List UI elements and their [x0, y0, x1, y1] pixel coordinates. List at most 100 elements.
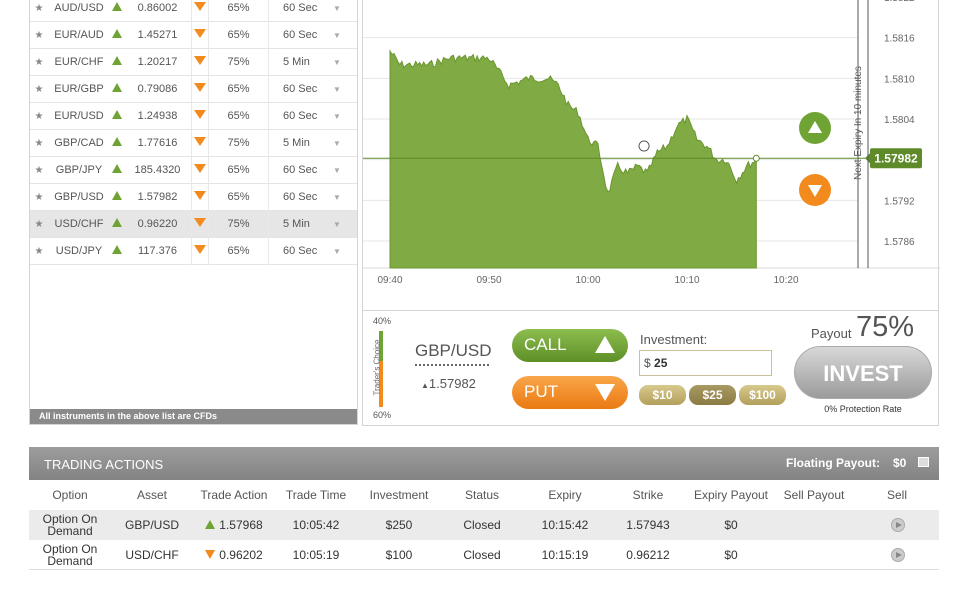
- asset-row[interactable]: ★ GBP/CAD 1.77616 75% 5 Min ▼: [30, 129, 357, 157]
- chevron-down-icon[interactable]: ▼: [329, 247, 345, 256]
- chevron-down-icon[interactable]: ▼: [329, 85, 345, 94]
- star-icon[interactable]: ★: [30, 165, 48, 176]
- invest-button[interactable]: INVEST: [794, 346, 932, 399]
- cell-option: Option On Demand: [42, 542, 98, 568]
- chevron-down-icon[interactable]: ▼: [329, 31, 345, 40]
- asset-payout: 65%: [208, 237, 269, 265]
- put-arrow-icon[interactable]: [192, 56, 208, 68]
- asset-expiry[interactable]: 60 Sec: [269, 110, 329, 122]
- put-arrow-icon[interactable]: [192, 110, 208, 122]
- arrow-down-icon: [595, 384, 615, 401]
- asset-expiry[interactable]: 60 Sec: [269, 245, 329, 257]
- asset-expiry[interactable]: 60 Sec: [269, 83, 329, 95]
- x-tick-label: 10:20: [773, 275, 798, 286]
- star-icon[interactable]: ★: [30, 192, 48, 203]
- star-icon[interactable]: ★: [30, 3, 48, 14]
- asset-name: GBP/JPY: [55, 164, 103, 176]
- star-icon[interactable]: ★: [30, 30, 48, 41]
- put-arrow-icon[interactable]: [192, 191, 208, 203]
- asset-price: 1.20217: [124, 48, 192, 76]
- x-tick-label: 10:00: [575, 275, 600, 286]
- call-button[interactable]: CALL: [512, 329, 628, 362]
- asset-row[interactable]: ★ EUR/AUD 1.45271 65% 60 Sec ▼: [30, 21, 357, 49]
- put-button[interactable]: PUT: [512, 376, 628, 409]
- trading-actions-header: TRADING ACTIONS Floating Payout: $0: [29, 447, 939, 480]
- chart-canvas: 1.58221.58161.58101.58041.57981.57921.57…: [363, 0, 940, 286]
- cell-option: Option On Demand: [42, 512, 98, 538]
- call-arrow-icon[interactable]: [110, 218, 124, 230]
- amount-100-button[interactable]: $100: [739, 385, 786, 405]
- traders-choice-label: Trader's Choice: [372, 339, 382, 396]
- chevron-down-icon[interactable]: ▼: [329, 139, 345, 148]
- chevron-down-icon[interactable]: ▼: [329, 58, 345, 67]
- asset-row[interactable]: ★ USD/CHF 0.96220 75% 5 Min ▼: [30, 210, 357, 238]
- trade-time-value: 10:05:42: [292, 518, 340, 532]
- asset-value: GBP/USD: [124, 518, 179, 532]
- price-chart[interactable]: 1.58221.58161.58101.58041.57981.57921.57…: [362, 0, 940, 311]
- call-arrow-icon[interactable]: [110, 83, 124, 95]
- star-icon[interactable]: ★: [30, 219, 48, 230]
- call-arrow-icon[interactable]: [110, 29, 124, 41]
- star-icon[interactable]: ★: [30, 57, 48, 68]
- selected-pair[interactable]: GBP/USD: [415, 341, 492, 366]
- sell-play-icon[interactable]: [891, 518, 905, 532]
- asset-row[interactable]: ★ EUR/CHF 1.20217 75% 5 Min ▼: [30, 48, 357, 76]
- asset-expiry[interactable]: 60 Sec: [269, 191, 329, 203]
- call-arrow-icon[interactable]: [110, 137, 124, 149]
- asset-expiry[interactable]: 5 Min: [269, 56, 329, 68]
- call-arrow-icon[interactable]: [110, 110, 124, 122]
- asset-price: 0.79086: [124, 75, 192, 103]
- put-arrow-icon[interactable]: [192, 83, 208, 95]
- star-icon[interactable]: ★: [30, 84, 48, 95]
- asset-list-panel: ★ AUD/USD 0.86002 65% 60 Sec ▼ ★ EUR/AUD 1.45271…: [29, 0, 358, 425]
- chevron-down-icon[interactable]: ▼: [329, 220, 345, 229]
- amount-10-button[interactable]: $10: [639, 385, 686, 405]
- asset-payout: 65%: [208, 75, 269, 103]
- asset-expiry[interactable]: 5 Min: [269, 218, 329, 230]
- asset-expiry[interactable]: 60 Sec: [269, 164, 329, 176]
- cell-investment: $100: [359, 548, 439, 562]
- call-arrow-icon[interactable]: [110, 245, 124, 257]
- call-arrow-icon[interactable]: [110, 191, 124, 203]
- asset-expiry[interactable]: 60 Sec: [269, 2, 329, 14]
- put-label: PUT: [524, 382, 558, 401]
- asset-row[interactable]: ★ USD/JPY 117.376 65% 60 Sec ▼: [30, 237, 357, 265]
- asset-expiry[interactable]: 5 Min: [269, 137, 329, 149]
- put-arrow-icon[interactable]: [192, 218, 208, 230]
- put-arrow-icon[interactable]: [192, 245, 208, 257]
- chevron-down-icon[interactable]: ▼: [329, 112, 345, 121]
- put-arrow-icon[interactable]: [192, 29, 208, 41]
- call-arrow-icon[interactable]: [110, 164, 124, 176]
- investment-value: $100: [385, 548, 413, 562]
- chevron-down-icon[interactable]: ▼: [329, 4, 345, 13]
- asset-row[interactable]: ★ EUR/USD 1.24938 65% 60 Sec ▼: [30, 102, 357, 130]
- call-arrow-icon[interactable]: [110, 56, 124, 68]
- put-arrow-icon[interactable]: [192, 2, 208, 14]
- asset-expiry[interactable]: 60 Sec: [269, 29, 329, 41]
- asset-name: USD/CHF: [54, 218, 104, 230]
- window-icon[interactable]: [918, 457, 929, 467]
- put-arrow-icon[interactable]: [192, 137, 208, 149]
- asset-row[interactable]: ★ GBP/JPY 185.4320 65% 60 Sec ▼: [30, 156, 357, 184]
- asset-row[interactable]: ★ AUD/USD 0.86002 65% 60 Sec ▼: [30, 0, 357, 22]
- asset-payout: 65%: [208, 183, 269, 211]
- asset-row[interactable]: ★ EUR/GBP 0.79086 65% 60 Sec ▼: [30, 75, 357, 103]
- asset-price: 185.4320: [124, 156, 192, 184]
- star-icon[interactable]: ★: [30, 138, 48, 149]
- star-icon[interactable]: ★: [30, 111, 48, 122]
- chevron-down-icon[interactable]: ▼: [329, 193, 345, 202]
- call-arrow-icon[interactable]: [110, 2, 124, 14]
- column-header: Status: [464, 488, 500, 502]
- amount-25-button[interactable]: $25: [689, 385, 736, 405]
- trade-panel: 40% Trader's Choice 60% GBP/USD ▲1.57982…: [362, 311, 939, 426]
- chevron-down-icon[interactable]: ▼: [329, 166, 345, 175]
- price-value: 1.57982: [428, 376, 476, 391]
- put-arrow-icon[interactable]: [192, 164, 208, 176]
- star-icon[interactable]: ★: [30, 246, 48, 257]
- payout-value: 75%: [856, 311, 915, 343]
- sell-play-icon[interactable]: [891, 548, 905, 562]
- investment-input[interactable]: $ 25: [639, 350, 772, 376]
- asset-name: GBP/USD: [54, 191, 104, 203]
- asset-row[interactable]: ★ GBP/USD 1.57982 65% 60 Sec ▼: [30, 183, 357, 211]
- strike-value: 1.57943: [626, 518, 670, 532]
